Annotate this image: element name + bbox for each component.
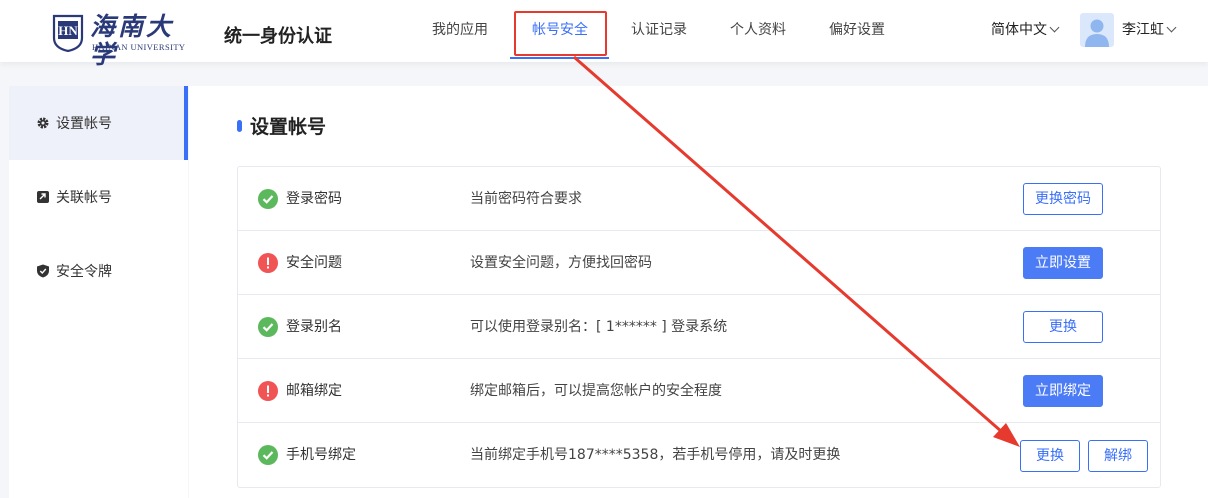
university-logo[interactable]: HN 海南大学 HAINAN UNIVERSITY <box>52 13 197 69</box>
item-description: 绑定邮箱后，可以提高您帐户的安全程度 <box>470 383 722 399</box>
avatar[interactable] <box>1080 13 1114 47</box>
item-description: 设置安全问题，方便找回密码 <box>470 255 652 271</box>
top-header: HN 海南大学 HAINAN UNIVERSITY 统一身份认证 我的应用 帐号… <box>0 0 1208 69</box>
item-name: 邮箱绑定 <box>286 383 342 399</box>
change-alias-button[interactable]: 更换 <box>1023 311 1103 343</box>
item-name: 登录别名 <box>286 319 342 335</box>
item-description: 当前密码符合要求 <box>470 191 582 207</box>
shield-icon <box>37 264 49 278</box>
sidebar-item-linked-accounts[interactable]: 关联帐号 <box>9 160 188 234</box>
change-phone-button[interactable]: 更换 <box>1020 440 1080 472</box>
list-item: 邮箱绑定 绑定邮箱后，可以提高您帐户的安全程度 立即绑定 <box>238 359 1160 423</box>
warning-circle-icon <box>258 381 278 401</box>
bind-email-button[interactable]: 立即绑定 <box>1023 375 1103 407</box>
check-circle-icon <box>258 445 278 465</box>
university-seal-icon: HN <box>52 14 84 52</box>
chevron-down-icon <box>1166 22 1177 33</box>
item-description: 当前绑定手机号187****5358，若手机号停用，请及时更换 <box>470 447 841 463</box>
sidebar-item-label: 关联帐号 <box>56 190 112 206</box>
nav-profile[interactable]: 个人资料 <box>730 20 786 40</box>
check-circle-icon <box>258 317 278 337</box>
nav-my-apps[interactable]: 我的应用 <box>432 20 488 40</box>
item-description: 可以使用登录别名：[ 1****** ] 登录系统 <box>470 319 728 335</box>
sidebar-item-security-token[interactable]: 安全令牌 <box>9 234 188 308</box>
item-name: 安全问题 <box>286 255 342 271</box>
item-name: 手机号绑定 <box>286 447 356 463</box>
language-selector[interactable]: 简体中文 <box>991 20 1060 40</box>
logo-chinese-name: 海南大学 <box>90 12 175 69</box>
sidebar-item-label: 安全令牌 <box>56 264 112 280</box>
nav-preferences[interactable]: 偏好设置 <box>829 20 885 40</box>
set-security-question-button[interactable]: 立即设置 <box>1023 247 1103 279</box>
nav-active-underline <box>510 57 609 59</box>
sidebar-item-label: 设置帐号 <box>56 116 112 132</box>
warning-circle-icon <box>258 253 278 273</box>
logo-english-name: HAINAN UNIVERSITY <box>92 42 186 52</box>
chevron-down-icon <box>1049 22 1060 33</box>
user-avatar-icon <box>1085 19 1109 47</box>
main-content: 设置帐号 登录密码 当前密码符合要求 更换密码 安全问题 设置安全问题，方便找回… <box>189 86 1208 498</box>
logo-seal-text: HN <box>58 23 78 38</box>
link-icon <box>37 191 49 203</box>
item-name: 登录密码 <box>286 191 342 207</box>
annotation-highlight-box <box>514 11 607 56</box>
list-item: 登录别名 可以使用登录别名：[ 1****** ] 登录系统 更换 <box>238 295 1160 359</box>
page-title: 设置帐号 <box>250 116 327 138</box>
check-circle-icon <box>258 189 278 209</box>
change-password-button[interactable]: 更换密码 <box>1023 183 1103 215</box>
sidebar-item-account-settings[interactable]: 设置帐号 <box>9 86 188 160</box>
language-label: 简体中文 <box>991 22 1047 38</box>
username-label: 李江虹 <box>1122 22 1164 38</box>
sidebar: 设置帐号 关联帐号 安全令牌 <box>9 86 188 498</box>
section-title-marker <box>237 120 242 132</box>
app-title: 统一身份认证 <box>224 26 332 47</box>
account-settings-list: 登录密码 当前密码符合要求 更换密码 安全问题 设置安全问题，方便找回密码 立即… <box>237 166 1161 488</box>
list-item: 安全问题 设置安全问题，方便找回密码 立即设置 <box>238 231 1160 295</box>
nav-auth-records[interactable]: 认证记录 <box>631 20 687 40</box>
list-item: 手机号绑定 当前绑定手机号187****5358，若手机号停用，请及时更换 更换… <box>238 423 1160 487</box>
unbind-phone-button[interactable]: 解绑 <box>1088 440 1148 472</box>
gear-icon <box>37 117 49 129</box>
user-menu[interactable]: 李江虹 <box>1122 20 1177 40</box>
list-item: 登录密码 当前密码符合要求 更换密码 <box>238 167 1160 231</box>
